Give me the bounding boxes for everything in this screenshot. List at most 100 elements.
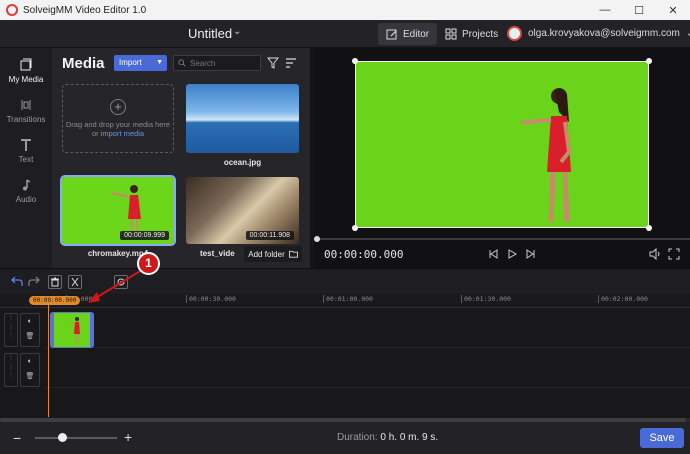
- minimize-icon[interactable]: —: [588, 0, 622, 20]
- gear-icon: [117, 278, 125, 286]
- drag-handle-icon[interactable]: ⋮ ⋮ ⋮: [4, 353, 18, 387]
- playhead-time[interactable]: 00:00:00.000: [29, 296, 81, 305]
- redo-icon[interactable]: [28, 275, 40, 287]
- volume-icon[interactable]: [649, 248, 661, 260]
- media-thumbnail-chromakey[interactable]: 00:00:09.999: [60, 175, 176, 246]
- track-header-video: ⋮ ⋮ ⋮ 🔈︎ 🗑︎: [4, 311, 42, 349]
- timeline-toolbar: [0, 268, 690, 294]
- play-icon[interactable]: [506, 248, 518, 260]
- save-button[interactable]: Save: [640, 428, 684, 448]
- import-button[interactable]: Import ▼: [114, 55, 167, 71]
- window-titlebar: SolveigMM Video Editor 1.0 — ☐ ✕: [0, 0, 690, 20]
- text-icon: [21, 139, 31, 151]
- timeline-ruler[interactable]: 00.000 00:00:30.000 00:01:00.000 00:01:3…: [0, 294, 690, 308]
- grid-icon: [445, 28, 457, 40]
- ruler-tick-label: 00:01:00.000: [323, 295, 373, 303]
- zoom-out-button[interactable]: −: [13, 430, 21, 446]
- editor-mode-button[interactable]: Editor: [378, 23, 438, 45]
- window-controls: — ☐ ✕: [588, 0, 690, 20]
- window-title: SolveigMM Video Editor 1.0: [23, 4, 147, 16]
- trash-icon: [51, 277, 59, 287]
- account-email: olga.krovyakova@solveigmm.com: [528, 28, 680, 39]
- zoom-in-button[interactable]: +: [124, 429, 132, 445]
- timeline-tracks: ⋮ ⋮ ⋮ 🔈︎ 🗑︎ ⋮ ⋮ ⋮ 🔈︎ 🗑︎: [0, 308, 690, 418]
- clip-trim-handle-right[interactable]: [90, 313, 93, 347]
- avatar: [507, 26, 522, 41]
- track-header-audio: ⋮ ⋮ ⋮ 🔈︎ 🗑︎: [4, 351, 42, 389]
- scissors-icon: [71, 277, 79, 287]
- zoom-slider[interactable]: [35, 437, 117, 439]
- ruler-tick-label: 00:00:30.000: [186, 295, 236, 303]
- fullscreen-icon[interactable]: [668, 248, 680, 260]
- settings-button[interactable]: [114, 275, 128, 289]
- timeline-clip-chromakey[interactable]: [50, 312, 94, 348]
- volume-icon[interactable]: 🔈︎: [21, 314, 39, 329]
- zoom-slider-knob[interactable]: [58, 433, 67, 442]
- scrubber-knob[interactable]: [314, 236, 320, 242]
- add-folder-label: Add folder: [248, 249, 285, 259]
- duration-value: 0 h. 0 m. 9 s.: [380, 432, 439, 443]
- dropzone-text: Drag and drop your media here or import …: [65, 120, 171, 138]
- video-track[interactable]: [44, 310, 690, 348]
- chevron-down-icon: ▼: [156, 59, 163, 66]
- track-controls: 🔈︎ 🗑︎: [20, 353, 40, 387]
- resize-handle[interactable]: [352, 225, 358, 231]
- previous-frame-icon[interactable]: [487, 248, 499, 260]
- filter-icon[interactable]: [267, 57, 279, 69]
- split-button[interactable]: [68, 275, 82, 289]
- undo-icon[interactable]: [11, 275, 23, 287]
- media-caption: ocean.jpg: [223, 158, 262, 167]
- audio-track[interactable]: [44, 350, 690, 388]
- preview-panel: 00:00:00.000: [314, 48, 690, 268]
- media-dropzone[interactable]: + Drag and drop your media here or impor…: [62, 84, 174, 153]
- media-thumbnail-ocean[interactable]: [186, 84, 299, 153]
- document-title[interactable]: Untitled: [188, 26, 232, 41]
- ruler-tick-label: 00:02:00.000: [598, 295, 648, 303]
- projects-mode-label: Projects: [462, 28, 499, 40]
- sidebar-item-text[interactable]: Text: [0, 138, 52, 164]
- footer: − + Duration: 0 h. 0 m. 9 s. Save: [0, 422, 690, 454]
- import-media-link[interactable]: import media: [101, 129, 144, 138]
- app-logo-icon: [6, 4, 18, 16]
- chevron-down-icon[interactable]: ⌄: [233, 26, 241, 37]
- account-menu[interactable]: olga.krovyakova@solveigmm.com ⌄: [507, 26, 690, 41]
- sidebar-item-label: Transitions: [6, 115, 46, 124]
- chevron-down-icon: ⌄: [686, 28, 690, 39]
- delete-button[interactable]: [48, 275, 62, 289]
- close-icon[interactable]: ✕: [656, 0, 690, 20]
- maximize-icon[interactable]: ☐: [622, 0, 656, 20]
- ruler-tick-label: 00:01:30.000: [461, 295, 511, 303]
- sidebar-item-label: My Media: [8, 75, 44, 84]
- sidebar-item-audio[interactable]: Audio: [0, 178, 52, 204]
- duration-badge: 00:00:11.908: [245, 231, 294, 240]
- add-folder-button[interactable]: Add folder: [244, 246, 302, 262]
- plus-icon: +: [110, 99, 126, 115]
- clip-trim-handle-left[interactable]: [51, 313, 54, 347]
- sidebar-item-label: Text: [18, 155, 34, 164]
- resize-handle[interactable]: [352, 58, 358, 64]
- sidebar-item-transitions[interactable]: Transitions: [0, 98, 52, 124]
- edit-icon: [386, 29, 397, 40]
- next-frame-icon[interactable]: [525, 248, 537, 260]
- search-box[interactable]: [173, 55, 261, 71]
- preview-canvas[interactable]: [355, 61, 649, 228]
- drag-handle-icon[interactable]: ⋮ ⋮ ⋮: [4, 313, 18, 347]
- track-controls: 🔈︎ 🗑︎: [20, 313, 40, 347]
- preview-timecode: 00:00:00.000: [324, 248, 404, 261]
- media-panel: Media Import ▼ + Drag and drop your medi…: [52, 48, 310, 268]
- resize-handle[interactable]: [646, 58, 652, 64]
- sidebar-item-my-media[interactable]: My Media: [0, 58, 52, 84]
- search-icon: [178, 59, 186, 67]
- duration-display: Duration: 0 h. 0 m. 9 s.: [337, 432, 438, 443]
- trash-icon[interactable]: 🗑︎: [21, 329, 39, 344]
- trash-icon[interactable]: 🗑︎: [21, 369, 39, 384]
- media-thumbnail-test-video[interactable]: 00:00:11.908: [186, 177, 299, 244]
- projects-mode-button[interactable]: Projects: [437, 23, 506, 45]
- playhead-line[interactable]: [48, 305, 49, 417]
- resize-handle[interactable]: [646, 225, 652, 231]
- preview-scrubber[interactable]: [314, 236, 690, 242]
- sort-icon[interactable]: [285, 57, 297, 69]
- search-input[interactable]: [190, 58, 250, 68]
- volume-icon[interactable]: 🔈︎: [21, 354, 39, 369]
- media-icon: [20, 58, 32, 71]
